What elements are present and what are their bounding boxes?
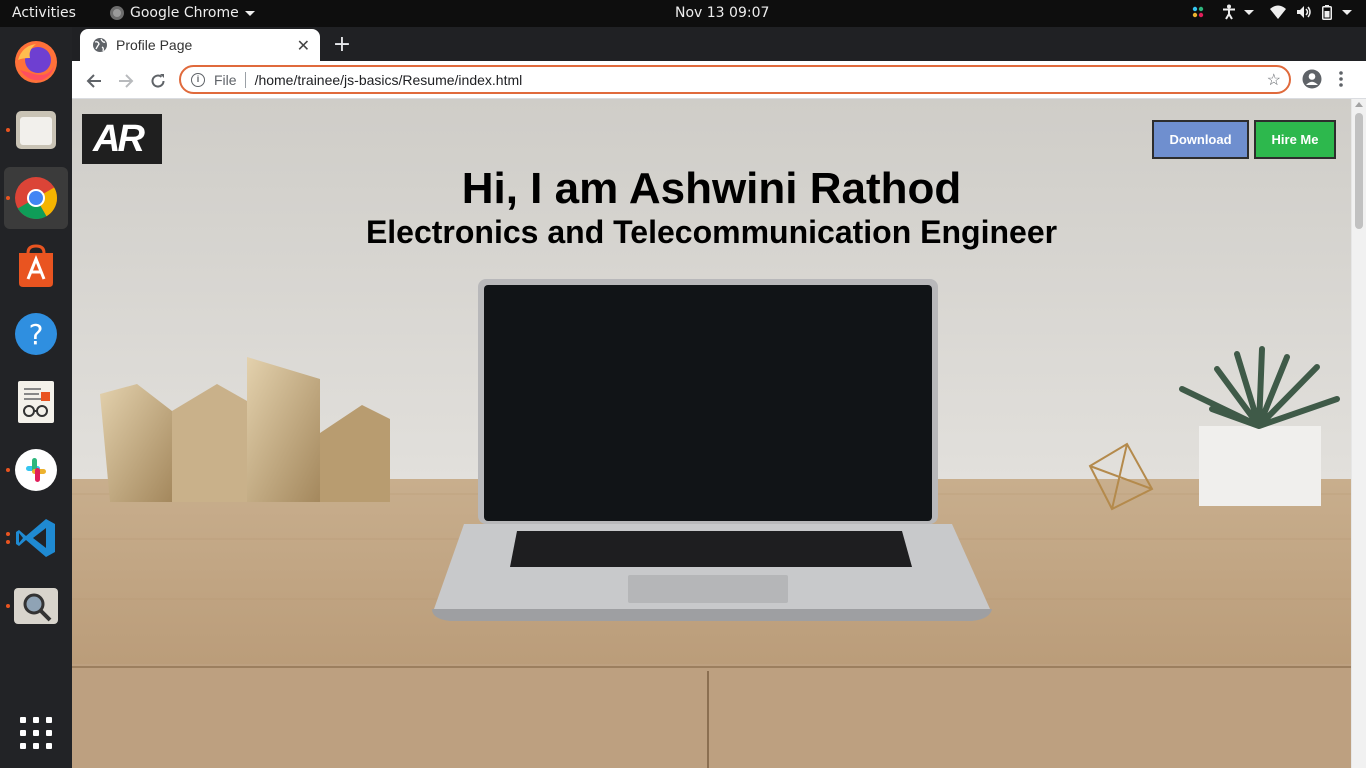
back-button[interactable] (80, 67, 108, 95)
dock-item-slack[interactable] (4, 439, 68, 501)
tab-title: Profile Page (116, 37, 193, 53)
browser-menu-button[interactable] (1338, 69, 1344, 93)
download-button[interactable]: Download (1152, 120, 1249, 159)
chevron-down-icon (244, 10, 255, 16)
system-top-bar: Activities Google Chrome Nov 13 09:07 (0, 0, 1366, 27)
slack-icon (15, 449, 57, 491)
page-viewport: AR Download Hire Me Hi, I am Ashwini Rat… (72, 99, 1351, 768)
page-headline: Hi, I am Ashwini Rathod (461, 164, 962, 213)
page-subheadline: Electronics and Telecommunication Engine… (365, 214, 1058, 250)
wifi-icon (1270, 5, 1286, 19)
hire-me-button[interactable]: Hire Me (1254, 120, 1336, 159)
divider (244, 71, 246, 88)
document-viewer-icon (18, 381, 54, 423)
app-menu[interactable]: Google Chrome (110, 5, 255, 21)
show-applications-icon[interactable] (20, 717, 52, 749)
scrollbar-thumb[interactable] (1355, 113, 1363, 229)
accessibility-icon (1223, 4, 1235, 20)
hero-section: AR Download Hire Me Hi, I am Ashwini Rat… (72, 99, 1351, 768)
info-icon[interactable]: i (191, 72, 205, 87)
reload-button[interactable] (144, 67, 172, 95)
dock-item-files[interactable] (4, 99, 68, 161)
dock-item-vscode[interactable] (4, 507, 68, 569)
running-indicator (6, 540, 10, 544)
dock-item-software[interactable] (4, 235, 68, 297)
help-icon: ? (15, 313, 57, 355)
chrome-small-icon (110, 6, 124, 20)
chrome-icon (15, 177, 58, 220)
running-indicator (6, 196, 10, 200)
new-tab-button[interactable]: + (328, 31, 356, 59)
scroll-up-arrow[interactable] (1355, 102, 1363, 107)
address-bar[interactable]: i File /home/trainee/js-basics/Resume/in… (179, 65, 1291, 94)
system-tray[interactable] (1190, 4, 1352, 20)
running-indicator (6, 128, 10, 132)
dock-item-document-viewer[interactable] (4, 371, 68, 433)
chevron-down-icon (1342, 9, 1352, 15)
tab-strip: Profile Page ✕ + (72, 27, 1366, 61)
site-logo[interactable]: AR (82, 114, 162, 164)
url-scheme-chip: File (214, 71, 237, 88)
software-center-icon (19, 244, 53, 287)
slack-tray-icon[interactable] (1190, 4, 1206, 20)
dock-item-image-viewer[interactable] (4, 575, 68, 637)
globe-icon (93, 38, 107, 52)
tab-profile-page[interactable]: Profile Page ✕ (80, 29, 320, 61)
kebab-menu-icon (1339, 71, 1343, 87)
browser-toolbar: i File /home/trainee/js-basics/Resume/in… (72, 61, 1366, 99)
account-icon (1302, 69, 1322, 89)
chevron-down-icon (1244, 9, 1254, 15)
files-icon (16, 111, 56, 149)
dock: ? (0, 27, 72, 768)
app-menu-label: Google Chrome (130, 5, 239, 21)
dock-item-chrome[interactable] (4, 167, 68, 229)
url-text[interactable]: /home/trainee/js-basics/Resume/index.htm… (255, 72, 1267, 88)
firefox-icon (15, 41, 57, 83)
dock-item-help[interactable]: ? (4, 303, 68, 365)
running-indicator (6, 468, 10, 472)
profile-button[interactable] (1302, 69, 1322, 93)
clock[interactable]: Nov 13 09:07 (675, 5, 769, 21)
vscode-icon (16, 519, 55, 557)
accessibility-menu[interactable] (1222, 4, 1254, 20)
arrow-right-icon (119, 74, 134, 88)
svg-text:?: ? (29, 318, 44, 351)
arrow-left-icon (86, 74, 101, 88)
forward-button[interactable] (112, 67, 140, 95)
page-scrollbar[interactable] (1351, 99, 1366, 768)
chrome-window: Profile Page ✕ + i File /home/trainee/js (72, 27, 1366, 768)
image-viewer-icon (14, 588, 58, 624)
volume-icon (1297, 6, 1311, 18)
logo-text: AR (93, 118, 145, 160)
running-indicator (6, 604, 10, 608)
tab-close-icon[interactable]: ✕ (297, 36, 310, 55)
battery-icon (1322, 4, 1332, 20)
status-menu[interactable] (1270, 4, 1352, 20)
running-indicator (6, 532, 10, 536)
reload-icon (151, 74, 165, 88)
dock-item-firefox[interactable] (4, 31, 68, 93)
activities-button[interactable]: Activities (12, 5, 76, 21)
bookmark-star-icon[interactable]: ☆ (1267, 70, 1281, 90)
